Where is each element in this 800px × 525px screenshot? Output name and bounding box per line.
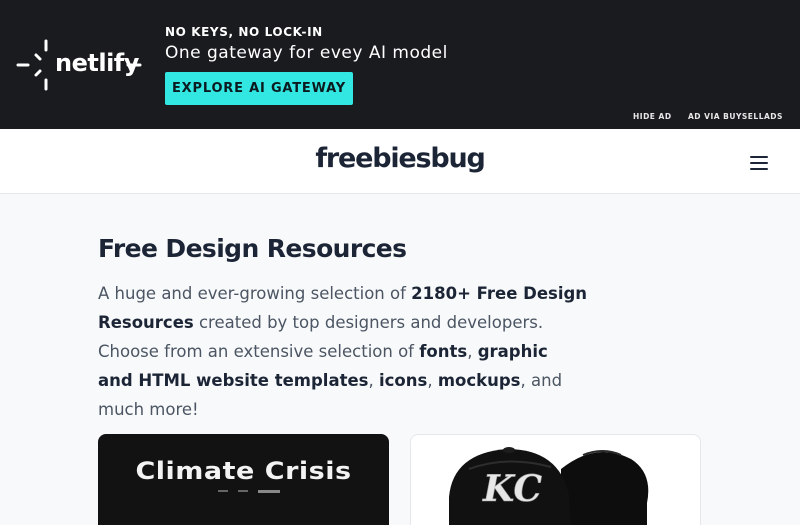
netlify-logo[interactable]: netlify [16,39,146,91]
meta-line [218,490,228,492]
intro-description: A huge and ever-growing selection of 218… [98,279,588,424]
intro-highlight-mockups: mockups [437,371,521,390]
ad-kicker: NO KEYS, NO LOCK-IN [165,25,323,39]
resource-card-climate-crisis[interactable]: Climate Crisis [98,434,389,525]
card-preview-meta [218,490,280,493]
menu-line [750,156,768,158]
explore-ai-gateway-button[interactable]: EXPLORE AI GATEWAY [165,72,353,105]
hide-ad-link[interactable]: HIDE AD [633,112,672,121]
svg-text:KC: KC [482,468,542,510]
baseball-cap-mockup-image: KC [449,447,649,525]
card-preview-title: Climate Crisis [135,457,352,486]
ad-headline: One gateway for evey AI model [165,43,448,63]
menu-line [750,168,768,170]
intro-text-part: , [368,371,379,390]
intro-highlight-icons: icons [379,371,428,390]
intro-text-part: A huge and ever-growing selection of [98,284,412,303]
ad-via-buysellads-link[interactable]: AD VIA BUYSELLADS [688,112,783,121]
meta-line [258,490,280,493]
site-logo[interactable]: freebiesbug [0,143,800,174]
intro-text-part: , [427,371,438,390]
page-title: Free Design Resources [98,234,407,263]
meta-line [238,490,248,492]
resource-card-cap-mockup[interactable]: KC [410,434,701,525]
intro-text-part: , [467,342,478,361]
menu-line [750,162,768,164]
hamburger-menu-icon[interactable] [748,153,770,171]
site-header: freebiesbug [0,129,800,194]
ad-banner[interactable]: netlify NO KEYS, NO LOCK-IN One gateway … [0,0,800,129]
intro-highlight-fonts: fonts [419,342,468,361]
netlify-wordmark: netlify [55,49,139,77]
